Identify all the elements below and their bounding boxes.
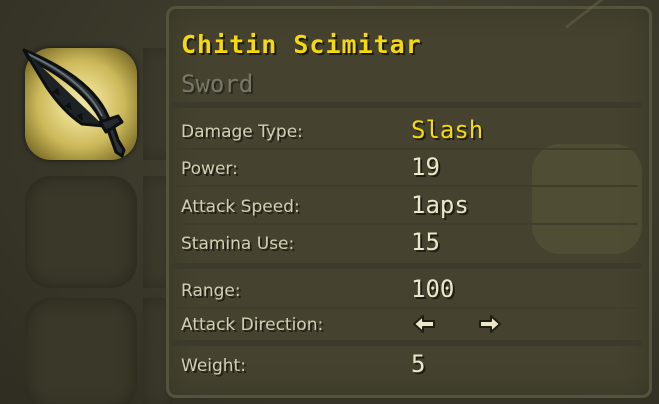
stat-value-attack-speed: 1aps	[411, 191, 469, 219]
stat-label-range: Range:	[181, 281, 241, 301]
inventory-slot[interactable]	[25, 298, 137, 404]
stat-value-range: 100	[411, 275, 455, 303]
scimitar-icon	[22, 48, 126, 158]
row-divider	[176, 185, 638, 187]
item-inventory-screen: Chitin Scimitar Sword Damage Type: Slash…	[0, 0, 659, 404]
item-name: Chitin Scimitar	[181, 30, 422, 59]
panel-background-decoration	[532, 144, 642, 254]
stat-label-damage-type: Damage Type:	[181, 122, 303, 142]
row-divider	[176, 223, 638, 225]
left-arrow-icon	[413, 315, 435, 333]
divider	[172, 263, 642, 269]
stat-label-weight: Weight:	[181, 356, 246, 376]
stat-value-weight: 5	[411, 350, 426, 378]
stat-label-stamina-use: Stamina Use:	[181, 234, 295, 254]
stat-label-power: Power:	[181, 159, 238, 179]
divider	[172, 102, 642, 108]
right-arrow-icon	[479, 315, 501, 333]
item-details-panel: Chitin Scimitar Sword Damage Type: Slash…	[166, 0, 652, 398]
row-divider	[176, 148, 638, 150]
stat-label-attack-direction: Attack Direction:	[181, 315, 324, 335]
divider	[172, 340, 642, 346]
panel-background-decoration	[565, 0, 623, 29]
stat-value-stamina-use: 15	[411, 228, 440, 256]
stat-value-power: 19	[411, 153, 440, 181]
item-category: Sword	[181, 70, 254, 98]
stat-value-damage-type: Slash	[411, 116, 484, 144]
stat-label-attack-speed: Attack Speed:	[181, 197, 300, 217]
row-divider	[176, 307, 638, 309]
inventory-slot[interactable]	[25, 176, 137, 288]
